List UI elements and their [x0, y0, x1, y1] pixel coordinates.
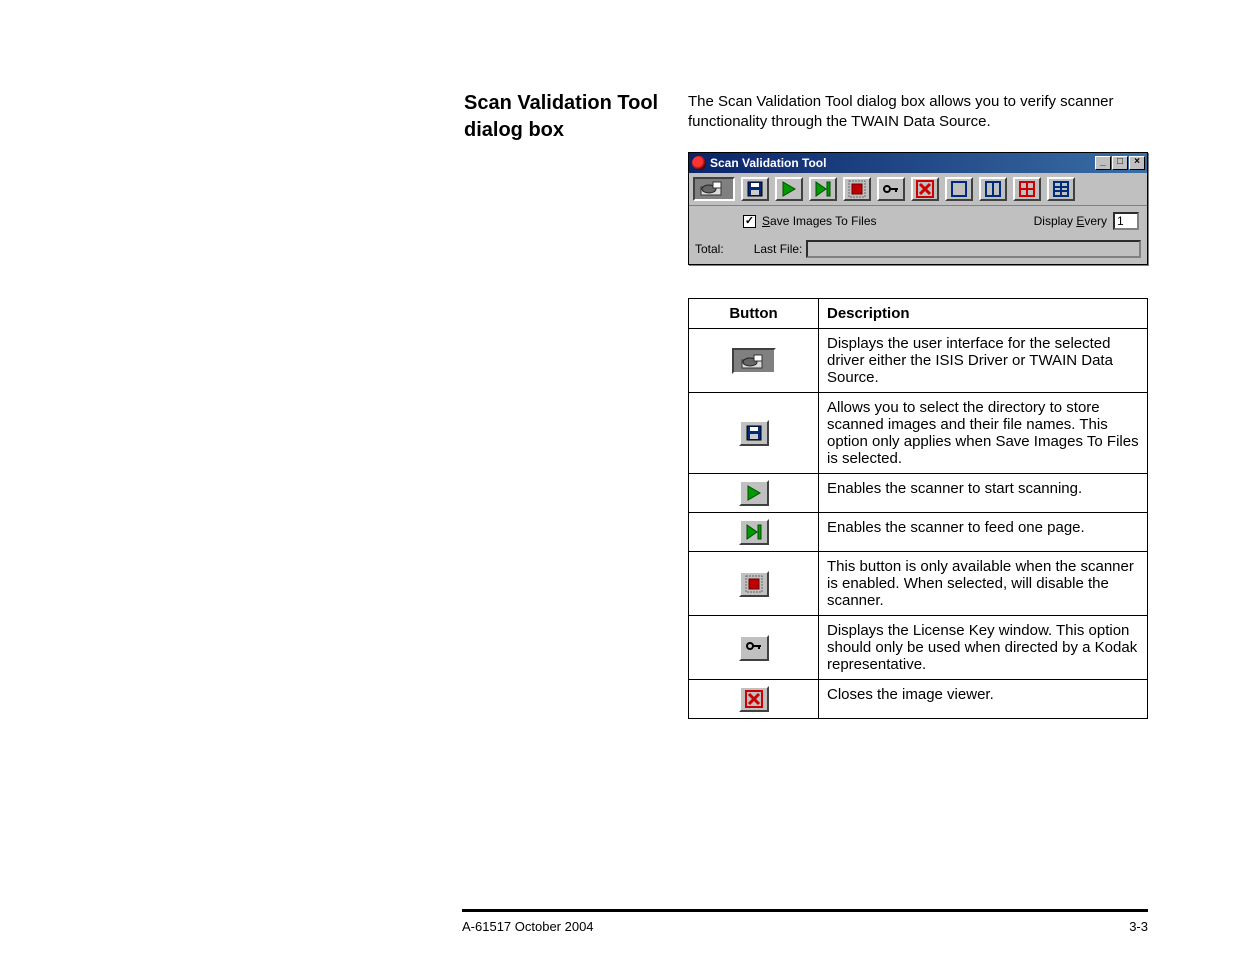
footer-left: A-61517 October 2004 — [462, 919, 594, 934]
description-cell: This button is only available when the s… — [819, 552, 1148, 616]
description-cell: Allows you to select the directory to st… — [819, 393, 1148, 474]
display-every-input[interactable] — [1113, 212, 1139, 230]
save-images-checkbox[interactable]: ✓ — [743, 215, 756, 228]
th-description: Description — [819, 299, 1148, 329]
titlebar: Scan Validation Tool _ □ × — [689, 153, 1147, 173]
driver-ui-icon — [732, 348, 776, 374]
button-cell — [689, 680, 819, 719]
start-scan-button[interactable] — [775, 177, 803, 201]
stop-disable-button[interactable] — [843, 177, 871, 201]
description-cell: Enables the scanner to start scanning. — [819, 474, 1148, 513]
close-viewer-icon — [739, 686, 769, 712]
button-description-table: Button Description Displays the user int… — [688, 298, 1148, 719]
button-cell — [689, 513, 819, 552]
toolbar — [689, 173, 1147, 206]
button-cell — [689, 552, 819, 616]
button-cell — [689, 474, 819, 513]
view-1up-button[interactable] — [945, 177, 973, 201]
table-row: Allows you to select the directory to st… — [689, 393, 1148, 474]
table-row: Displays the user interface for the sele… — [689, 329, 1148, 393]
view-4up-button[interactable] — [1013, 177, 1041, 201]
display-every-label: Display Every — [1034, 214, 1107, 228]
license-key-icon — [739, 635, 769, 661]
footer-right: 3-3 — [1129, 919, 1148, 934]
description-cell: Closes the image viewer. — [819, 680, 1148, 719]
save-destination-icon — [739, 420, 769, 446]
table-row: Enables the scanner to start scanning. — [689, 474, 1148, 513]
description-cell: Enables the scanner to feed one page. — [819, 513, 1148, 552]
app-icon — [692, 156, 706, 170]
view-2up-button[interactable] — [979, 177, 1007, 201]
scan-validation-dialog: Scan Validation Tool _ □ × ✓ Save Images… — [688, 152, 1148, 265]
close-button[interactable]: × — [1129, 156, 1145, 170]
button-cell — [689, 616, 819, 680]
table-row: Displays the License Key window. This op… — [689, 616, 1148, 680]
license-key-button[interactable] — [877, 177, 905, 201]
intro-text: The Scan Validation Tool dialog box allo… — [688, 92, 1144, 133]
status-bar: Total: Last File: — [689, 236, 1147, 264]
section-heading: Scan Validation Tool dialog box — [464, 90, 664, 144]
view-8up-button[interactable] — [1047, 177, 1075, 201]
description-cell: Displays the user interface for the sele… — [819, 329, 1148, 393]
feed-one-page-button[interactable] — [809, 177, 837, 201]
table-row: This button is only available when the s… — [689, 552, 1148, 616]
options-row: ✓ Save Images To Files Display Every — [689, 206, 1147, 236]
stop-disable-icon — [739, 571, 769, 597]
close-viewer-button[interactable] — [911, 177, 939, 201]
th-button: Button — [689, 299, 819, 329]
feed-one-page-icon — [739, 519, 769, 545]
table-row: Enables the scanner to feed one page. — [689, 513, 1148, 552]
total-label: Total: — [695, 242, 724, 256]
save-images-label: Save Images To Files — [762, 214, 877, 228]
last-file-field — [806, 240, 1141, 258]
maximize-button[interactable]: □ — [1112, 156, 1128, 170]
window-title: Scan Validation Tool — [710, 156, 1095, 170]
start-scan-icon — [739, 480, 769, 506]
last-file-label: Last File: — [754, 242, 803, 256]
table-row: Closes the image viewer. — [689, 680, 1148, 719]
button-cell — [689, 393, 819, 474]
minimize-button[interactable]: _ — [1095, 156, 1111, 170]
footer-rule — [462, 909, 1148, 912]
description-cell: Displays the License Key window. This op… — [819, 616, 1148, 680]
button-cell — [689, 329, 819, 393]
driver-ui-button[interactable] — [693, 177, 735, 201]
save-destination-button[interactable] — [741, 177, 769, 201]
